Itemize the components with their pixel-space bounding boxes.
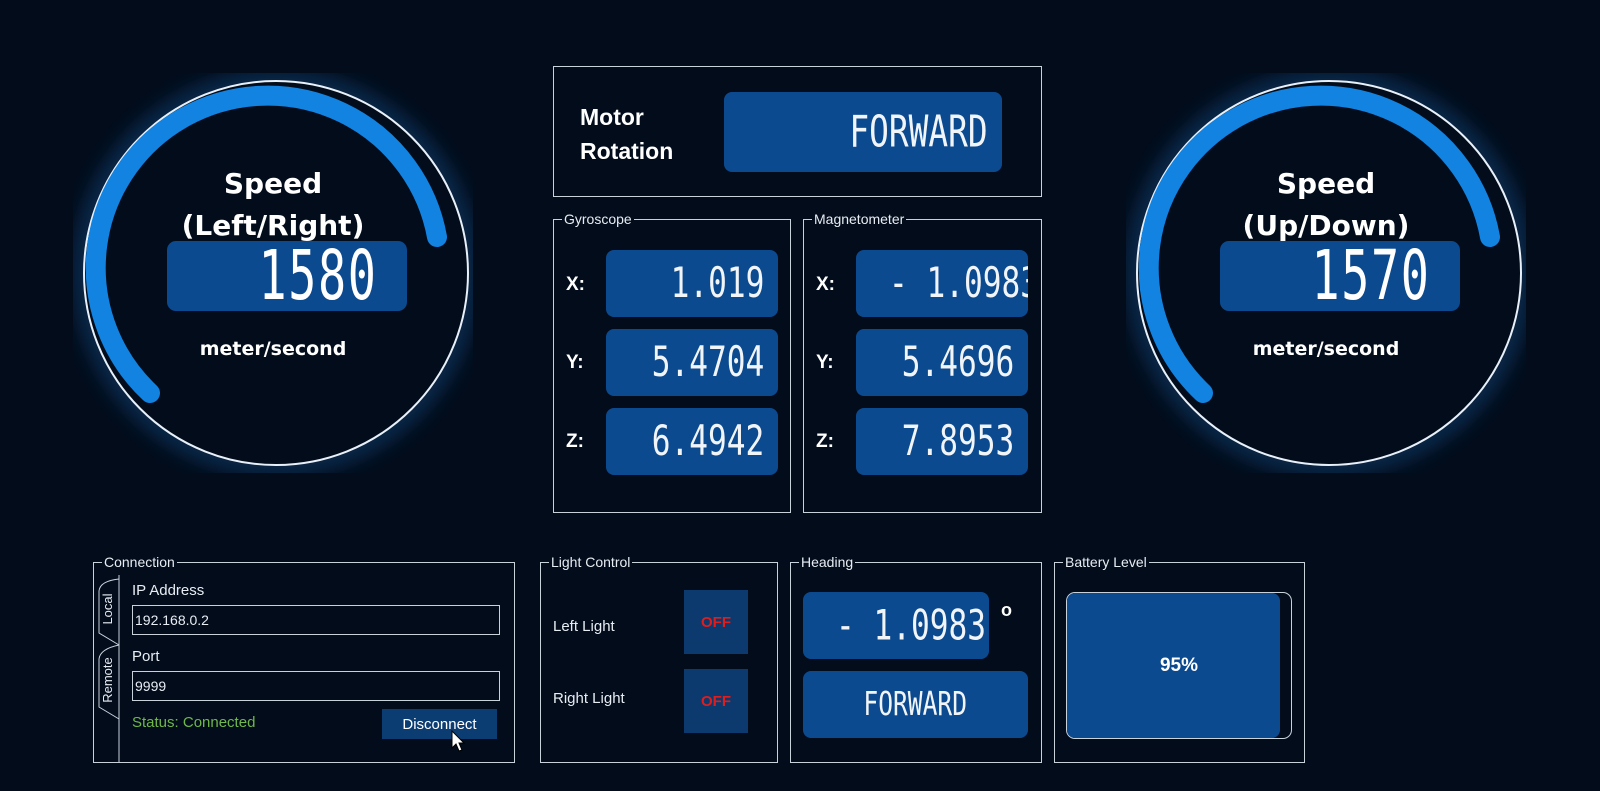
gyroscope-title: Gyroscope	[564, 211, 632, 227]
ip-address-label: IP Address	[132, 582, 205, 599]
magnetometer-y-label: Y:	[816, 352, 834, 373]
gyroscope-z-label: Z:	[566, 431, 584, 452]
gyroscope-x-label: X:	[566, 274, 585, 295]
left-light-label: Left Light	[553, 618, 615, 635]
magnetometer-z-label: Z:	[816, 431, 834, 452]
magnetometer-title: Magnetometer	[814, 211, 905, 227]
battery-percent-label: 95%	[1159, 654, 1199, 676]
speed-right-display: 1570	[1220, 236, 1460, 316]
port-input[interactable]	[132, 671, 500, 701]
left-light-toggle[interactable]: OFF	[684, 590, 748, 654]
speed-left-unit: meter/second	[199, 338, 347, 360]
ip-address-input[interactable]	[132, 605, 500, 635]
connection-status: Status: Connected	[132, 714, 256, 731]
disconnect-button[interactable]: Disconnect	[382, 709, 497, 739]
speed-left-gauge: Speed (Left/Right) 1580 meter/second	[73, 73, 473, 473]
connection-title: Connection	[104, 554, 175, 570]
heading-direction-display: FORWARD	[803, 671, 1028, 738]
right-light-toggle[interactable]: OFF	[684, 669, 748, 733]
magnetometer-y-value: 5.4696	[856, 329, 1028, 396]
gyroscope-y-value: 5.4704	[606, 329, 778, 396]
speed-right-gauge: Speed (Up/Down) 1570 meter/second	[1126, 73, 1526, 473]
motor-rotation-label: Motor Rotation	[580, 104, 674, 164]
gyroscope-y-label: Y:	[566, 352, 584, 373]
right-light-label: Right Light	[553, 690, 625, 707]
speed-left-title: Speed (Left/Right)	[181, 167, 365, 242]
tab-remote[interactable]: Remote	[100, 653, 116, 707]
battery-gauge: 95%	[1066, 592, 1292, 739]
mouse-cursor-icon	[451, 730, 466, 752]
degree-symbol: o	[1001, 600, 1012, 620]
gyroscope-x-value: 1.019	[606, 250, 778, 317]
heading-title: Heading	[801, 554, 854, 570]
port-label: Port	[132, 648, 160, 665]
motor-rotation-display: FORWARD	[724, 92, 1002, 172]
tab-local[interactable]: Local	[100, 589, 116, 629]
speed-right-unit: meter/second	[1252, 338, 1400, 360]
speed-left-display: 1580	[167, 236, 407, 316]
gyroscope-z-value: 6.4942	[606, 408, 778, 475]
magnetometer-z-value: 7.8953	[856, 408, 1028, 475]
light-control-title: Light Control	[551, 554, 631, 570]
battery-title: Battery Level	[1065, 554, 1147, 570]
magnetometer-x-label: X:	[816, 274, 835, 295]
magnetometer-x-value: - 1.0983	[856, 250, 1028, 317]
heading-value-display: - 1.0983	[803, 592, 989, 659]
speed-right-title: Speed (Up/Down)	[1242, 167, 1410, 242]
